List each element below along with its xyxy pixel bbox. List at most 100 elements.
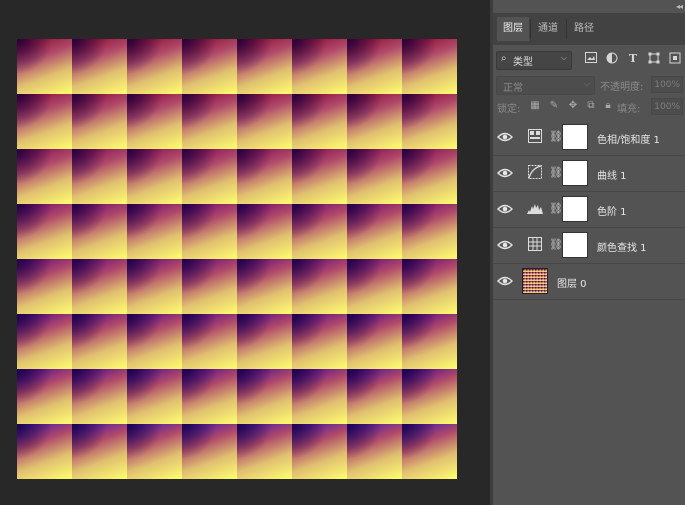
- layer-thumbnail[interactable]: [522, 268, 548, 294]
- layer-name[interactable]: 色相/饱和度 1: [597, 131, 660, 146]
- layer-name[interactable]: 曲线 1: [597, 167, 627, 182]
- lock-label: 锁定:: [497, 104, 521, 115]
- mask-link-icon[interactable]: ⛓︎: [549, 238, 563, 252]
- hue-saturation-icon: [527, 129, 543, 145]
- lock-row: 锁定: ▦ ✎ ✥ ⧉ 🔒︎ 填充: 100%: [493, 96, 685, 118]
- gradient-tile: [292, 204, 347, 259]
- gradient-tile: [292, 424, 347, 479]
- fill-label: 填充:: [617, 104, 641, 115]
- blend-mode-value: 正常: [503, 83, 523, 94]
- layer-mask-thumbnail[interactable]: [562, 196, 588, 222]
- gradient-tile: [292, 39, 347, 94]
- gradient-tile: [292, 259, 347, 314]
- image-filter-icon[interactable]: [584, 52, 598, 66]
- layer-row[interactable]: ⛓︎ 色阶 1: [493, 192, 685, 228]
- tab-divider: [566, 19, 567, 39]
- tab-layers[interactable]: 图层: [497, 17, 529, 41]
- visibility-eye-icon[interactable]: [497, 274, 513, 288]
- canvas-area[interactable]: [0, 0, 490, 505]
- gradient-tile: [182, 314, 237, 369]
- gradient-tile: [237, 94, 292, 149]
- layer-name[interactable]: 图层 0: [557, 275, 587, 290]
- gradient-tile: [402, 259, 457, 314]
- gradient-tile: [347, 314, 402, 369]
- opacity-label: 不透明度:: [600, 82, 644, 93]
- gradient-tile: [292, 149, 347, 204]
- document-canvas[interactable]: [17, 39, 457, 479]
- opacity-field[interactable]: 100%: [651, 76, 683, 93]
- gradient-tile: [347, 149, 402, 204]
- lock-transparent-icon[interactable]: ▦: [529, 100, 541, 112]
- gradient-tile: [402, 314, 457, 369]
- gradient-tile: [17, 204, 72, 259]
- layer-row[interactable]: 图层 0: [493, 264, 685, 300]
- gradient-tile: [17, 424, 72, 479]
- visibility-eye-icon[interactable]: [497, 166, 513, 180]
- gradient-tile: [72, 94, 127, 149]
- curves-icon: [527, 165, 543, 181]
- lock-position-icon[interactable]: ✥: [567, 100, 579, 112]
- mask-link-icon[interactable]: ⛓︎: [549, 130, 563, 144]
- levels-icon: [527, 201, 543, 217]
- gradient-tile: [237, 369, 292, 424]
- visibility-eye-icon[interactable]: [497, 202, 513, 216]
- gradient-tile: [347, 369, 402, 424]
- gradient-tile: [17, 94, 72, 149]
- gradient-tile: [17, 149, 72, 204]
- layer-mask-thumbnail[interactable]: [562, 160, 588, 186]
- gradient-tile: [72, 369, 127, 424]
- tab-channels[interactable]: 通道: [532, 17, 564, 41]
- filter-kind-select[interactable]: ⌕ 类型 ⌵: [496, 51, 572, 70]
- gradient-tile: [544, 290, 547, 293]
- lock-artboard-icon[interactable]: ⧉: [585, 100, 597, 112]
- layer-name[interactable]: 色阶 1: [597, 203, 627, 218]
- gradient-tile: [72, 259, 127, 314]
- gradient-tile: [402, 39, 457, 94]
- smart-object-filter-icon[interactable]: [668, 52, 682, 66]
- layer-row[interactable]: ⛓︎ 色相/饱和度 1: [493, 120, 685, 156]
- chevron-down-icon: ⌵: [583, 79, 590, 88]
- lock-all-icon[interactable]: 🔒︎: [602, 100, 614, 112]
- tab-divider: [530, 19, 531, 39]
- blend-row: 正常 ⌵ 不透明度: 100%: [493, 74, 685, 96]
- layer-row[interactable]: ⛓︎ 曲线 1: [493, 156, 685, 192]
- gradient-tile: [347, 259, 402, 314]
- layer-name[interactable]: 颜色查找 1: [597, 239, 647, 254]
- shape-filter-icon[interactable]: [647, 52, 661, 66]
- layer-row[interactable]: ⛓︎ 颜色查找 1: [493, 228, 685, 264]
- gradient-tile: [17, 39, 72, 94]
- gradient-tile: [292, 314, 347, 369]
- gradient-tile: [127, 424, 182, 479]
- gradient-tile: [347, 39, 402, 94]
- layer-mask-thumbnail[interactable]: [562, 232, 588, 258]
- search-icon: ⌕: [501, 53, 507, 64]
- fill-field[interactable]: 100%: [651, 98, 683, 115]
- text-filter-icon[interactable]: T: [626, 52, 640, 66]
- gradient-tile: [182, 149, 237, 204]
- gradient-tile: [72, 39, 127, 94]
- gradient-tile: [127, 314, 182, 369]
- layer-filter-row: ⌕ 类型 ⌵ T: [493, 46, 685, 74]
- gradient-tile: [17, 259, 72, 314]
- gradient-tile: [182, 94, 237, 149]
- visibility-eye-icon[interactable]: [497, 130, 513, 144]
- gradient-tile: [127, 204, 182, 259]
- gradient-tile: [182, 369, 237, 424]
- adjustment-filter-icon[interactable]: [605, 52, 619, 66]
- visibility-eye-icon[interactable]: [497, 238, 513, 252]
- mask-link-icon[interactable]: ⛓︎: [549, 166, 563, 180]
- layer-mask-thumbnail[interactable]: [562, 124, 588, 150]
- layer-list: ⛓︎ 色相/饱和度 1 ⛓︎ 曲线 1 ⛓︎ 色阶 1 ⛓︎ 颜色查找 1 图层…: [493, 120, 685, 300]
- gradient-tile: [17, 369, 72, 424]
- gradient-tile: [347, 204, 402, 259]
- color-lookup-icon: [527, 237, 543, 253]
- lock-image-pixels-icon[interactable]: ✎: [548, 100, 560, 112]
- tab-paths[interactable]: 路径: [568, 17, 600, 41]
- mask-link-icon[interactable]: ⛓︎: [549, 202, 563, 216]
- gradient-tile: [127, 94, 182, 149]
- gradient-tile: [237, 259, 292, 314]
- gradient-tile: [72, 149, 127, 204]
- gradient-tile: [182, 424, 237, 479]
- blend-mode-select[interactable]: 正常 ⌵: [496, 76, 595, 95]
- collapse-panel-icon[interactable]: ◂◂: [676, 2, 683, 11]
